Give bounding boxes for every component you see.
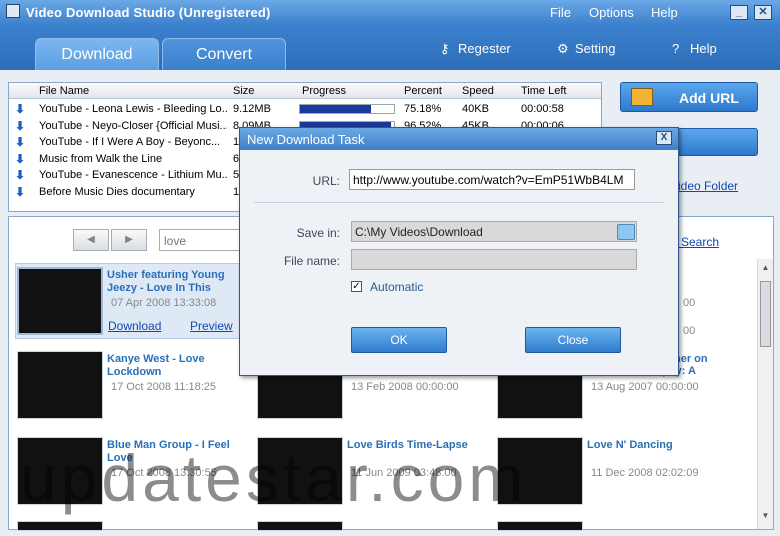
- menu-options[interactable]: Options: [589, 5, 634, 20]
- result-thumbnail[interactable]: [257, 521, 343, 531]
- col-progress[interactable]: Progress: [302, 85, 346, 97]
- video-folder-link[interactable]: ideo Folder: [678, 179, 738, 193]
- app-icon: [6, 4, 20, 18]
- folder-icon[interactable]: [617, 224, 635, 240]
- download-arrow-icon: ⬇: [15, 151, 26, 166]
- minimize-button[interactable]: _: [730, 5, 748, 20]
- results-scrollbar[interactable]: ▲ ▼: [757, 259, 773, 529]
- download-time-left: 00:00:58: [521, 103, 564, 115]
- result-date: 17 Oct 2008 13:30:55: [111, 467, 217, 479]
- download-arrow-icon: ⬇: [15, 184, 26, 199]
- url-label: URL:: [312, 174, 340, 188]
- automatic-label[interactable]: Automatic: [370, 280, 423, 294]
- download-percent: 75.18%: [404, 103, 442, 115]
- result-date: 17 Oct 2008 11:18:25: [111, 381, 216, 393]
- result-thumbnail[interactable]: [497, 521, 583, 531]
- app-window: Video Download Studio (Unregistered) Fil…: [0, 0, 780, 536]
- col-percent[interactable]: Percent: [404, 85, 442, 97]
- result-date: 07 Apr 2008 13:33:08: [111, 297, 217, 309]
- download-file-name: YouTube - If I Were A Boy - Beyonc...: [39, 136, 221, 148]
- download-progress-fill: [300, 105, 371, 113]
- new-download-dialog: New Download Task X URL: http://www.yout…: [239, 127, 679, 376]
- save-in-label: Save in:: [296, 226, 340, 240]
- dialog-divider: [254, 202, 664, 203]
- automatic-checkbox[interactable]: ✓: [351, 281, 362, 292]
- back-button[interactable]: ◀: [73, 229, 109, 251]
- download-list-header: File Name Size Progress Percent Speed Ti…: [9, 83, 601, 99]
- gear-icon: ⚙: [557, 41, 569, 56]
- ok-button[interactable]: OK: [351, 327, 447, 353]
- result-date-partial: 00: [683, 297, 696, 309]
- result-thumbnail[interactable]: [257, 437, 343, 505]
- download-arrow-icon: ⬇: [15, 168, 26, 182]
- result-download-link[interactable]: Download: [108, 319, 161, 333]
- dialog-title-bar: New Download Task X: [240, 128, 678, 150]
- download-file-name: YouTube - Leona Lewis - Bleeding Lo...: [39, 103, 227, 115]
- register-label: Regester: [458, 41, 511, 56]
- download-file-name: YouTube - Neyo-Closer {Official Musi...: [39, 119, 227, 132]
- register-link[interactable]: ⚷ Regester: [440, 41, 511, 57]
- download-arrow-icon: ⬇: [15, 118, 26, 133]
- download-size: 9.12MB: [233, 103, 271, 115]
- result-title[interactable]: Blue Man Group - I Feel Love: [107, 439, 237, 465]
- result-title[interactable]: Usher featuring Young Jeezy - Love In Th…: [107, 269, 237, 295]
- col-time-left[interactable]: Time Left: [521, 85, 566, 97]
- result-date: 13 Feb 2008 00:00:00: [351, 381, 459, 393]
- result-thumbnail[interactable]: [17, 437, 103, 505]
- col-file-name[interactable]: File Name: [39, 85, 89, 97]
- file-name-field[interactable]: [351, 249, 637, 270]
- download-file-name: YouTube - Evanescence - Lithium Mu...: [39, 169, 227, 181]
- result-date: 11 Jun 2009 03:48:00: [351, 467, 457, 479]
- result-preview-link[interactable]: Preview: [190, 319, 233, 333]
- help-icon: ?: [672, 41, 680, 56]
- header-bar: Download Convert ⚷ Regester ⚙ Setting ? Hel…: [0, 24, 780, 70]
- download-file-name: Before Music Dies documentary: [39, 185, 195, 198]
- close-window-button[interactable]: ✕: [754, 5, 772, 20]
- file-name-label: File name:: [283, 254, 340, 268]
- result-date: 13 Aug 2007 00:00:00: [591, 381, 699, 393]
- dialog-close-icon[interactable]: X: [656, 131, 672, 145]
- search-input[interactable]: love: [159, 229, 249, 251]
- window-title: Video Download Studio (Unregistered): [26, 5, 271, 20]
- scroll-down-icon[interactable]: ▼: [760, 511, 771, 523]
- download-speed: 40KB: [462, 103, 489, 115]
- col-size[interactable]: Size: [233, 85, 254, 97]
- result-title[interactable]: Love N' Dancing: [587, 439, 717, 452]
- download-arrow-icon: ⬇: [15, 102, 26, 116]
- download-row[interactable]: ⬇ YouTube - Leona Lewis - Bleeding Lo... 9…: [9, 101, 601, 117]
- scroll-up-icon[interactable]: ▲: [760, 263, 771, 275]
- help-link[interactable]: ? Help: [672, 41, 717, 56]
- add-url-icon: [631, 88, 653, 106]
- menu-help[interactable]: Help: [651, 5, 678, 20]
- close-button[interactable]: Close: [525, 327, 621, 353]
- scroll-thumb[interactable]: [760, 281, 771, 347]
- dialog-title: New Download Task: [247, 132, 365, 147]
- add-url-label: Add URL: [679, 90, 739, 106]
- result-date-partial-2: 00: [683, 325, 696, 337]
- help-label: Help: [690, 41, 717, 56]
- result-title[interactable]: Love Birds Time-Lapse: [347, 439, 507, 452]
- result-thumbnail[interactable]: [17, 351, 103, 419]
- result-date: 11 Dec 2008 02:02:09: [591, 467, 699, 479]
- result-thumbnail[interactable]: [17, 521, 103, 531]
- key-icon: ⚷: [440, 41, 450, 56]
- tab-convert[interactable]: Convert: [162, 38, 286, 70]
- col-speed[interactable]: Speed: [462, 85, 494, 97]
- menu-file[interactable]: File: [550, 5, 571, 20]
- download-progress-bar: [299, 104, 395, 114]
- result-thumbnail[interactable]: [17, 267, 103, 335]
- download-arrow-icon: ⬇: [15, 135, 26, 149]
- save-in-field[interactable]: C:\My Videos\Download: [351, 221, 637, 242]
- setting-link[interactable]: ⚙ Setting: [557, 41, 615, 57]
- title-bar: Video Download Studio (Unregistered) Fil…: [0, 0, 780, 24]
- result-thumbnail[interactable]: [497, 437, 583, 505]
- url-field[interactable]: http://www.youtube.com/watch?v=EmP51WbB4…: [349, 169, 635, 190]
- forward-button[interactable]: ▶: [111, 229, 147, 251]
- add-url-button[interactable]: Add URL: [620, 82, 758, 112]
- result-title[interactable]: Kanye West - Love Lockdown: [107, 353, 237, 379]
- download-file-name: Music from Walk the Line: [39, 152, 163, 165]
- tab-download[interactable]: Download: [35, 38, 159, 70]
- setting-label: Setting: [575, 41, 616, 56]
